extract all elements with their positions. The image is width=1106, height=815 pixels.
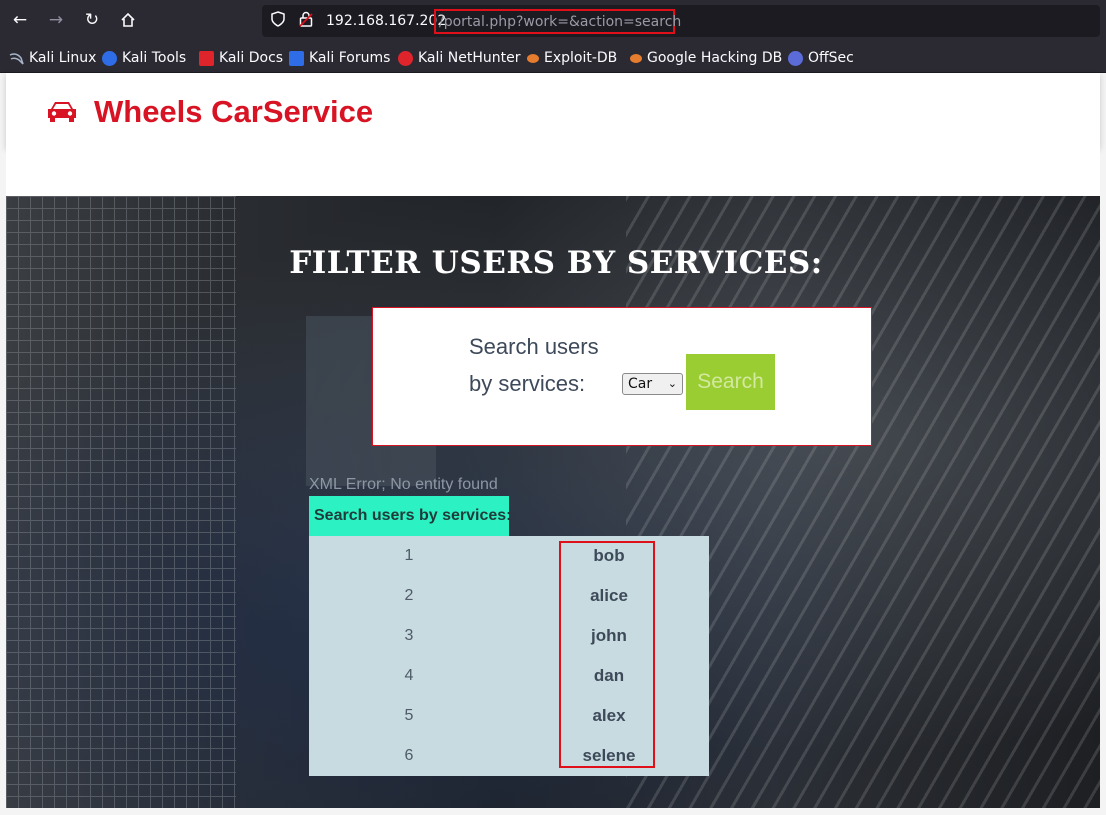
bookmark-label: Kali Tools [122,50,187,66]
bookmark-label: Kali Docs [219,50,284,66]
bookmark-google-hacking-db[interactable]: Google Hacking DB [630,48,782,68]
kali-dragon-icon [9,51,24,66]
hero-section: FILTER USERS BY SERVICES: Search users b… [6,196,1100,808]
bookmark-kali-nethunter[interactable]: Kali NetHunter [398,48,520,68]
bookmarks-bar: Kali Linux Kali Tools Kali Docs Kali For… [0,42,1106,73]
kali-forums-icon [289,50,304,66]
row-number: 1 [404,547,414,564]
row-number: 5 [404,707,414,724]
kali-tools-icon [102,50,117,66]
bookmark-kali-tools[interactable]: Kali Tools [102,48,186,68]
bookmark-label: Google Hacking DB [647,50,783,66]
header-spacer [6,148,1100,196]
back-icon[interactable]: ← [9,9,31,31]
site-header: Wheels CarService [6,73,1100,148]
service-select[interactable]: Car ⌄ [622,373,683,395]
offsec-icon [788,50,803,66]
service-select-value: Car [628,376,653,392]
page: Wheels CarService FILTER USERS BY SERVIC… [0,73,1106,815]
chevron-down-icon: ⌄ [667,377,677,390]
row-number: 6 [404,747,414,764]
xml-error-message: XML Error; No entity found [309,476,498,493]
bookmark-label: Kali Linux [29,50,97,66]
kali-docs-icon [199,50,214,66]
tracking-protection-icon[interactable] [271,11,285,27]
forward-icon[interactable]: → [45,9,67,31]
row-number: 2 [404,587,414,604]
search-label: Search users by services: [469,334,599,396]
bookmark-label: Exploit-DB [544,50,618,66]
brand-logo[interactable]: Wheels CarService [94,93,373,131]
kali-nethunter-icon [398,50,413,66]
search-button[interactable]: Search [686,354,775,410]
row-number: 3 [404,627,414,644]
search-form: Search users by services: Car ⌄ Search [372,307,872,446]
usernames-highlight-box [559,541,655,768]
home-icon[interactable] [117,9,139,31]
bookmark-label: Kali NetHunter [418,50,521,66]
bookmark-kali-docs[interactable]: Kali Docs [199,48,283,68]
bookmark-kali-forums[interactable]: Kali Forums [289,48,390,68]
bookmark-label: Kali Forums [309,50,391,66]
ghdb-icon [630,53,642,63]
url-path-highlight[interactable]: /portal.php?work=&action=search [434,9,681,34]
reload-icon[interactable]: ↻ [81,9,103,31]
exploit-db-icon [527,53,539,63]
bookmark-label: OffSec [808,50,854,66]
url-host[interactable]: 192.168.167.202 [326,12,446,30]
bookmark-kali-linux[interactable]: Kali Linux [9,48,96,68]
hero-background-grid [6,196,236,808]
row-number: 4 [404,667,414,684]
bookmark-offsec[interactable]: OffSec [788,48,854,68]
browser-toolbar: ← → ↻ 192.168.167.202 /portal.php?work=&… [0,0,1106,42]
car-icon [46,99,78,123]
bookmark-exploit-db[interactable]: Exploit-DB [527,48,617,68]
insecure-lock-icon[interactable] [299,11,313,27]
page-title: FILTER USERS BY SERVICES: [289,245,823,281]
results-header: Search users by services: [309,496,511,536]
